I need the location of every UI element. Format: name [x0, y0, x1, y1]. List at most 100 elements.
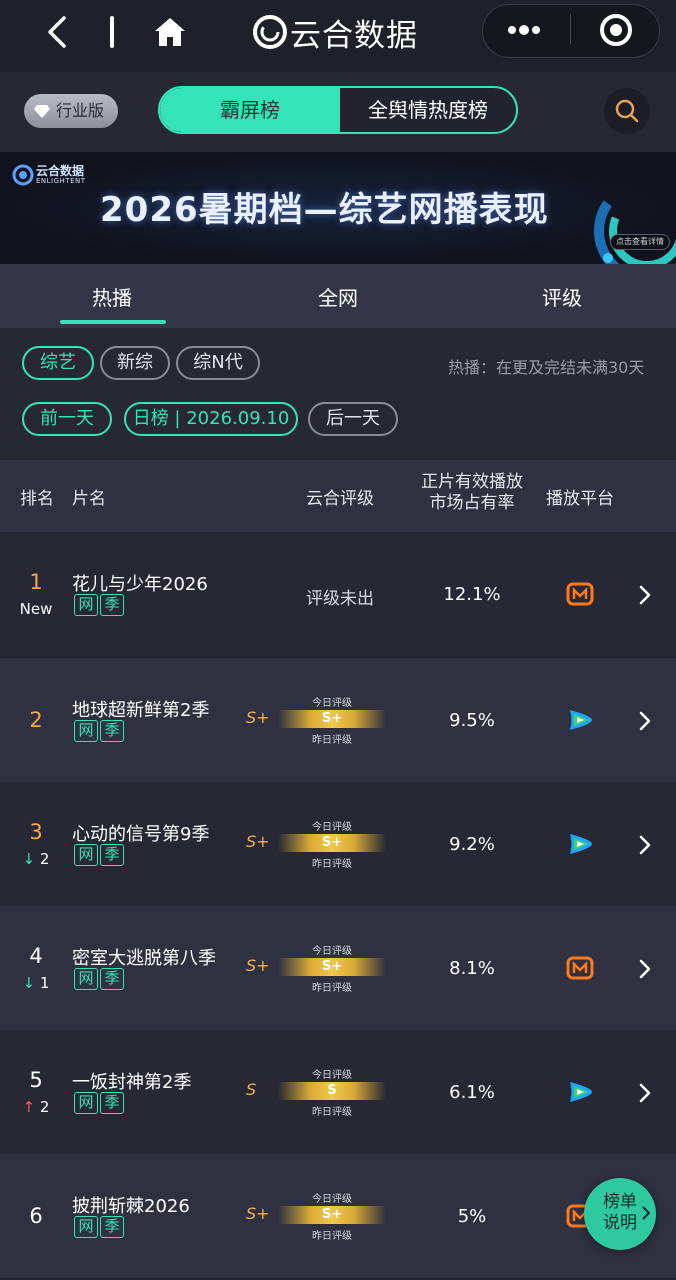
- web-tag: 网: [74, 594, 98, 616]
- rank-number: 6: [29, 1204, 43, 1228]
- show-title[interactable]: 披荆斩棘2026: [72, 1192, 190, 1218]
- table-row[interactable]: 3 ↓ 2 心动的信号第9季网季 S+ 今日评级 S+ 昨日评级 9.2%: [0, 782, 676, 906]
- today-grade-label: 今日评级: [312, 1070, 352, 1081]
- web-tag: 网: [74, 1092, 98, 1114]
- banner-logo-icon: [12, 164, 34, 186]
- today-grade: S+: [321, 835, 343, 850]
- web-tag: 网: [74, 1216, 98, 1238]
- today-grade: S+: [321, 959, 343, 974]
- chevron-right-icon[interactable]: [636, 1082, 654, 1104]
- market-share: 9.2%: [449, 834, 495, 855]
- col-name: 片名: [72, 489, 106, 509]
- col-share-line1: 正片有效播放: [421, 472, 523, 492]
- show-title[interactable]: 心动的信号第9季: [72, 820, 209, 846]
- table-row[interactable]: 6 披荆斩棘2026 网季 S+ 今日评级 S+ 昨日评级 5%: [0, 1154, 676, 1278]
- search-icon: [615, 99, 639, 123]
- table-row[interactable]: 5 ↑ 2 一饭封神第2季网季 S 今日评级 S 昨日评级 6.1%: [0, 1030, 676, 1154]
- market-share: 12.1%: [443, 584, 501, 605]
- promo-banner[interactable]: 云合数据 ENLIGHTENT 2026暑期档—综艺网播表现 点击查看详情: [0, 152, 676, 264]
- season-tag: 季: [100, 968, 124, 990]
- chevron-right-icon[interactable]: [636, 584, 654, 606]
- rank-number: 3: [29, 820, 43, 844]
- prev-day-button[interactable]: 前一天: [22, 402, 112, 436]
- ranking-explanation-button[interactable]: 榜单 说明: [584, 1178, 656, 1250]
- mango-tv-icon: [566, 954, 594, 982]
- table-row[interactable]: 1 New 花儿与少年2026 网季 评级未出 12.1%: [0, 532, 676, 656]
- col-rank: 排名: [20, 489, 54, 509]
- rank-number: 4: [29, 944, 43, 968]
- capsule-divider: [570, 14, 571, 44]
- table-header: 排名 片名 云合评级 正片有效播放 市场占有率 播放平台: [0, 460, 676, 532]
- tencent-video-icon: [566, 1078, 594, 1106]
- table-row[interactable]: 2 地球超新鲜第2季网季 S+ 今日评级 S+ 昨日评级 9.5%: [0, 658, 676, 782]
- tencent-video-icon: [566, 706, 594, 734]
- show-title[interactable]: 花儿与少年2026: [72, 570, 208, 596]
- today-grade-label: 今日评级: [312, 698, 352, 709]
- tab-rating[interactable]: 评级: [542, 282, 582, 311]
- back-arrow-icon[interactable]: [40, 14, 74, 50]
- banner-detail-button[interactable]: 点击查看详情: [610, 234, 670, 250]
- grade-badge: 今日评级 S+ 昨日评级: [274, 1190, 390, 1242]
- rank-number: 5: [29, 1068, 43, 1092]
- yesterday-grade: S: [246, 1080, 257, 1099]
- season-tag: 季: [100, 1092, 124, 1114]
- rank-number: 1: [29, 570, 43, 594]
- today-grade-label: 今日评级: [312, 1194, 352, 1205]
- close-miniprogram-icon[interactable]: [598, 12, 634, 48]
- rank-change: ↓ 2: [16, 850, 56, 868]
- show-title[interactable]: 地球超新鲜第2季: [72, 696, 209, 722]
- header-bar: 行业版 霸屏榜 全舆情热度榜: [0, 72, 676, 152]
- home-icon[interactable]: [152, 14, 188, 50]
- grade-badge: 今日评级 S+ 昨日评级: [274, 818, 390, 870]
- rank-change-value: 1: [39, 974, 50, 992]
- banner-brand: 云合数据 ENLIGHTENT: [12, 162, 102, 190]
- filter-panel: 综艺 新综 综N代 热播：在更及完结未满30天 前一天 日榜 | 2026.09…: [0, 328, 676, 460]
- web-tag: 网: [74, 968, 98, 990]
- chip-variety[interactable]: 综艺: [22, 346, 94, 380]
- rank-change: ↑ 2: [16, 1098, 56, 1116]
- season-tag: 季: [100, 720, 124, 742]
- chevron-right-icon[interactable]: [636, 958, 654, 980]
- grade-badge: 今日评级 S 昨日评级: [274, 1066, 390, 1118]
- diamond-icon: [34, 105, 50, 118]
- rank-change: ↓ 1: [16, 974, 56, 992]
- more-icon[interactable]: [502, 16, 546, 44]
- yesterday-grade: S+: [246, 708, 270, 727]
- rating-status: 评级未出: [306, 589, 374, 609]
- arrow-up-icon: ↑: [22, 1098, 36, 1116]
- segment-dominance-chart[interactable]: 霸屏榜: [160, 88, 340, 132]
- next-day-button[interactable]: 后一天: [308, 402, 398, 436]
- rank-change-value: 2: [39, 850, 50, 868]
- tab-hot[interactable]: 热播: [92, 282, 132, 311]
- edition-badge[interactable]: 行业版: [24, 94, 118, 128]
- main-tabs: 热播 全网 评级: [0, 264, 676, 328]
- chevron-right-icon[interactable]: [636, 710, 654, 732]
- market-share: 9.5%: [449, 710, 495, 731]
- today-grade-label: 今日评级: [312, 822, 352, 833]
- ranking-segment-control: 霸屏榜 全舆情热度榜: [158, 86, 518, 134]
- banner-title: 2026暑期档—综艺网播表现: [100, 190, 549, 230]
- season-tag: 季: [100, 1216, 124, 1238]
- chevron-right-icon[interactable]: [636, 834, 654, 856]
- show-title[interactable]: 密室大逃脱第八季: [72, 944, 216, 970]
- search-button[interactable]: [604, 88, 650, 134]
- chip-sequel-variety[interactable]: 综N代: [176, 346, 260, 380]
- segment-public-opinion-chart[interactable]: 全舆情热度榜: [340, 88, 516, 132]
- col-share: 正片有效播放 市场占有率: [420, 472, 524, 514]
- show-title[interactable]: 一饭封神第2季: [72, 1068, 191, 1094]
- chip-new-variety[interactable]: 新综: [100, 346, 170, 380]
- yunhe-logo-icon: [253, 15, 287, 49]
- col-share-line2: 市场占有率: [429, 493, 515, 513]
- hot-definition-hint: 热播：在更及完结未满30天: [448, 358, 645, 377]
- web-tag: 网: [74, 844, 98, 866]
- tab-all-network[interactable]: 全网: [318, 282, 358, 311]
- date-picker-chip[interactable]: 日榜 | 2026.09.10: [124, 402, 298, 436]
- today-grade-label: 今日评级: [312, 946, 352, 957]
- yesterday-grade-label: 昨日评级: [312, 983, 352, 994]
- season-tag: 季: [100, 844, 124, 866]
- rank-change-value: 2: [39, 1098, 50, 1116]
- arrow-down-icon: ↓: [22, 974, 36, 992]
- mango-tv-icon: [566, 580, 594, 608]
- banner-ring-graphic: [594, 178, 676, 264]
- table-row[interactable]: 4 ↓ 1 密室大逃脱第八季网季 S+ 今日评级 S+ 昨日评级 8.1%: [0, 906, 676, 1030]
